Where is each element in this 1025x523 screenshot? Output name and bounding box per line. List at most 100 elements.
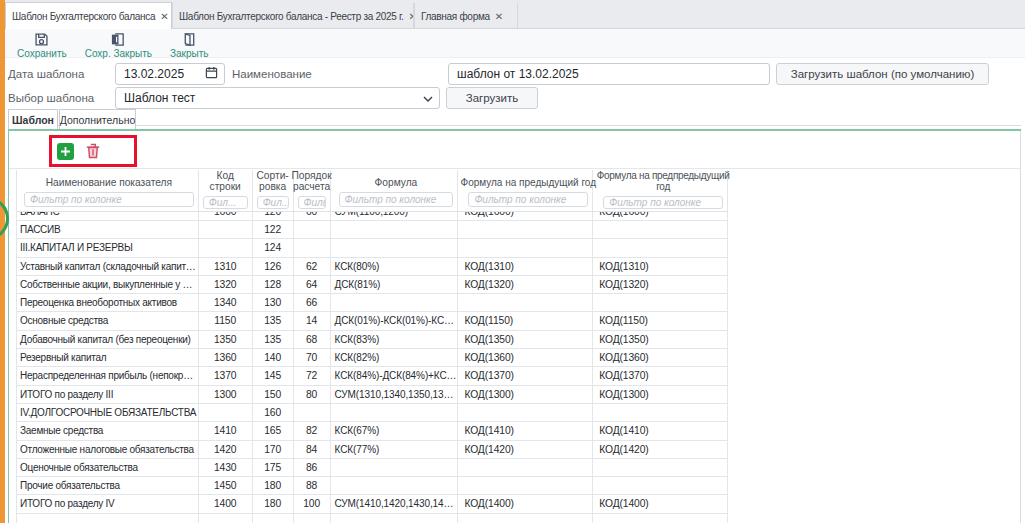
table-row[interactable]: III.КАПИТАЛ И РЕЗЕРВЫ124	[17, 239, 728, 257]
table-cell: КОД(1600)	[458, 212, 593, 220]
table-cell	[17, 514, 199, 523]
table-cell: СУМ(1410,1420,1430,1450)	[331, 495, 459, 512]
table-row[interactable]	[17, 514, 728, 523]
table-row[interactable]: ПАССИВ122	[17, 221, 728, 239]
tab-additional[interactable]: Дополнительно	[59, 109, 136, 129]
table-cell: Заемные средства	[17, 422, 199, 439]
table-row[interactable]: Прочие обязательства145018088	[17, 477, 728, 495]
table-cell: 1370	[199, 367, 253, 384]
column-header: Порядок расчета	[294, 170, 331, 211]
app-window: Шаблон Бухгалтерского баланса ✕ Шаблон Б…	[0, 0, 1025, 523]
table-row[interactable]: ИТОГО по разделу III130015080СУМ(1310,13…	[17, 386, 728, 404]
table-cell	[458, 239, 593, 256]
table-row[interactable]: Основные средства115013514ДСК(01%)-КСК(0…	[17, 312, 728, 330]
door-icon	[182, 32, 197, 47]
table-row[interactable]: Заемные средства141016582КСК(67%)КОД(141…	[17, 422, 728, 440]
tab-template[interactable]: Шаблон	[8, 109, 58, 129]
filter-input[interactable]	[339, 192, 454, 207]
tab-template-registry[interactable]: Шаблон Бухгалтерского баланса - Реестр з…	[172, 3, 414, 29]
table-row[interactable]: Нераспределенная прибыль (непокрыт...137…	[17, 367, 728, 385]
table-cell	[458, 294, 593, 311]
table-cell: КСК(67%)	[331, 422, 459, 439]
table-row[interactable]: Оценочные обязательства143017586	[17, 459, 728, 477]
load-button[interactable]: Загрузить	[446, 87, 538, 109]
table-cell: КОД(1350)	[458, 331, 593, 348]
filter-input[interactable]	[257, 196, 289, 209]
filter-input[interactable]	[603, 196, 723, 209]
table-cell: 72	[294, 367, 331, 384]
table-cell: КОД(1600)	[593, 212, 728, 220]
table-row[interactable]: Резервный капитал136014070КСК(82%)КОД(13…	[17, 349, 728, 367]
save-button[interactable]: Сохранить	[17, 32, 67, 59]
table-row[interactable]: Отложенные налоговые обязательства142017…	[17, 441, 728, 459]
table-cell: 1350	[199, 331, 253, 348]
table-row[interactable]: Добавочный капитал (без переоценки)13501…	[17, 331, 728, 349]
command-toolbar: Сохранить Сохр. Закрыть Закрыть	[0, 29, 1025, 58]
table-cell: КОД(1320)	[458, 276, 593, 293]
filter-input[interactable]	[468, 192, 588, 207]
table-cell: КОД(1320)	[593, 276, 728, 293]
table-cell: 1430	[199, 459, 253, 476]
table-cell: КОД(1410)	[593, 422, 728, 439]
table-cell: 1360	[199, 349, 253, 366]
tab-template-balance[interactable]: Шаблон Бухгалтерского баланса ✕	[5, 2, 172, 30]
window-tab-bar: Шаблон Бухгалтерского баланса ✕ Шаблон Б…	[0, 0, 1025, 29]
template-select-label: Выбор шаблона	[8, 92, 94, 104]
floppy-door-icon	[110, 32, 126, 47]
template-select[interactable]: Шаблон тест	[115, 87, 440, 109]
table-cell	[458, 477, 593, 494]
table-cell: КСК(80%)	[331, 258, 459, 275]
calendar-icon[interactable]	[205, 66, 218, 82]
load-default-template-button[interactable]: Загрузить шаблон (по умолчанию)	[776, 63, 989, 85]
table-cell: Резервный капитал	[17, 349, 199, 366]
date-input[interactable]: 13.02.2025	[115, 63, 225, 85]
table-cell: КОД(1350)	[593, 331, 728, 348]
filter-input[interactable]	[24, 192, 194, 207]
save-close-label: Сохр. Закрыть	[85, 48, 152, 59]
table-cell: 1400	[199, 495, 253, 512]
table-row[interactable]: БАЛАНС160012060СУМ(1100,1200)КОД(1600)КО…	[17, 212, 728, 221]
close-label: Закрыть	[170, 48, 209, 59]
table-row[interactable]: Собственные акции, выкупленные у ак...13…	[17, 276, 728, 294]
table-cell: Прочие обязательства	[17, 477, 199, 494]
table-cell	[199, 514, 253, 523]
chevron-down-icon[interactable]	[423, 91, 433, 105]
table-cell: ИТОГО по разделу IV	[17, 495, 199, 512]
table-cell: Добавочный капитал (без переоценки)	[17, 331, 199, 348]
template-name-input[interactable]: шаблон от 13.02.2025	[448, 63, 770, 85]
template-table: Наименование показателя Код строки Сорти…	[16, 170, 728, 523]
table-cell	[458, 404, 593, 421]
table-cell	[593, 514, 728, 523]
filter-input[interactable]	[298, 196, 326, 209]
table-cell: 60	[294, 212, 331, 220]
table-cell: 70	[294, 349, 331, 366]
table-cell	[593, 294, 728, 311]
table-row[interactable]: Уставный капитал (складочный капита...13…	[17, 258, 728, 276]
table-cell: 1420	[199, 441, 253, 458]
date-value: 13.02.2025	[124, 67, 184, 81]
table-row[interactable]: Переоценка внеоборотных активов134013066	[17, 294, 728, 312]
table-cell: 1310	[199, 258, 253, 275]
table-cell: КОД(1360)	[458, 349, 593, 366]
filter-input[interactable]	[203, 196, 248, 209]
table-row[interactable]: IV.ДОЛГОСРОЧНЫЕ ОБЯЗАТЕЛЬСТВА160	[17, 404, 728, 422]
table-cell: Уставный капитал (складочный капита...	[17, 258, 199, 275]
tab-main-form[interactable]: Главная форма ✕	[414, 3, 518, 29]
table-cell: 122	[253, 221, 294, 238]
toolbar-separator	[9, 168, 1020, 169]
save-close-button[interactable]: Сохр. Закрыть	[85, 32, 152, 59]
column-header: Наименование показателя	[17, 170, 199, 211]
table-cell	[458, 221, 593, 238]
close-button[interactable]: Закрыть	[170, 32, 209, 59]
table-row-partial[interactable]: БАЛАНС160012060СУМ(1100,1200)КОД(1600)КО…	[17, 212, 728, 221]
table-cell: 14	[294, 312, 331, 329]
table-row[interactable]: ИТОГО по разделу IV1400180100СУМ(1410,14…	[17, 495, 728, 513]
tab-label: Главная форма	[421, 11, 490, 22]
table-cell: 140	[253, 349, 294, 366]
close-icon[interactable]: ✕	[495, 11, 503, 22]
close-icon[interactable]: ✕	[160, 11, 168, 22]
table-cell: КОД(1400)	[593, 495, 728, 512]
table-cell: КОД(1300)	[593, 386, 728, 403]
tab-label: Шаблон Бухгалтерского баланса - Реестр з…	[179, 11, 404, 22]
date-label: Дата шаблона	[8, 68, 84, 80]
